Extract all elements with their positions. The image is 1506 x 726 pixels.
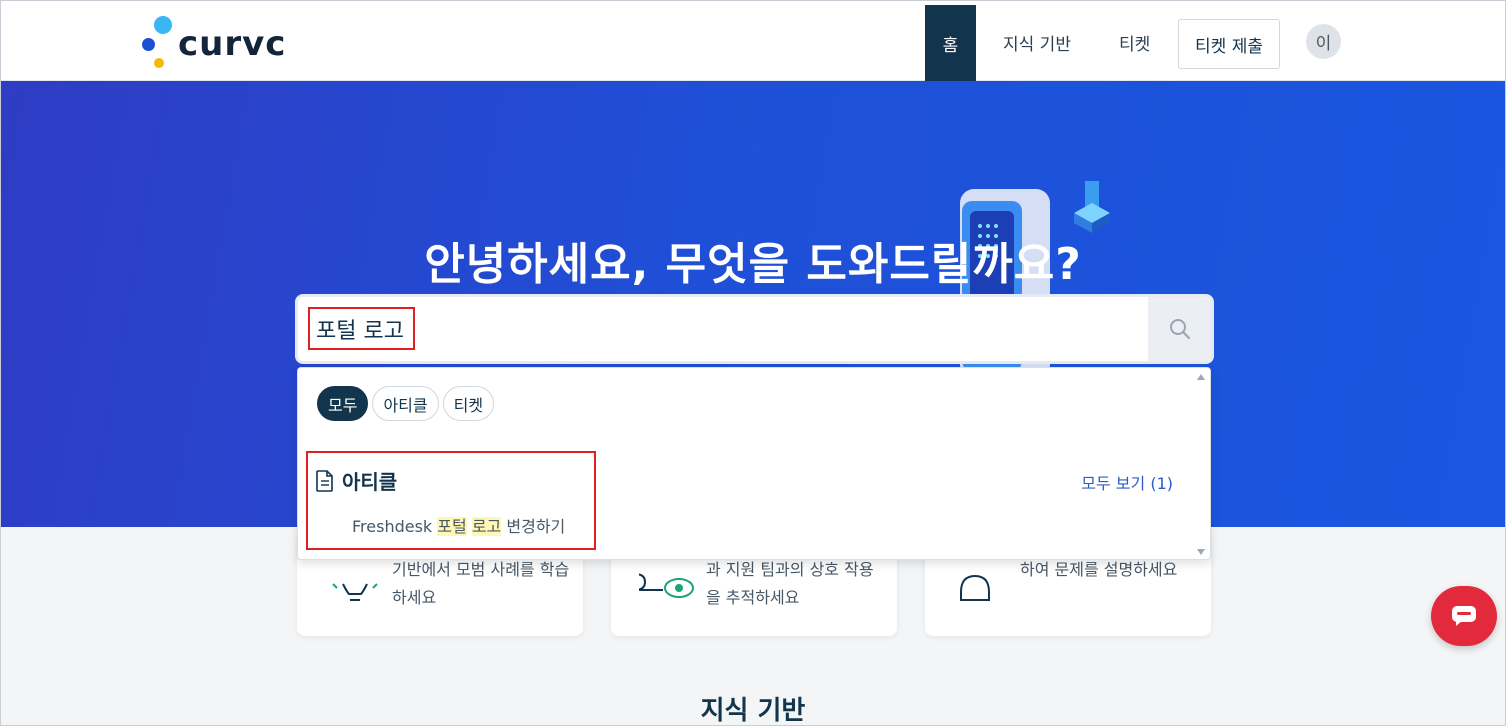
- search-input[interactable]: [306, 303, 1148, 355]
- articles-section-header: 아티클: [316, 466, 397, 495]
- search-bar: [295, 294, 1214, 364]
- search-suggestions-dropdown: 모두 아티클 티켓 아티클 모두 보기 (1) Freshdesk 포털 로고 …: [297, 367, 1211, 560]
- search-button[interactable]: [1148, 297, 1211, 361]
- view-all-label: 모두 보기: [1081, 474, 1146, 493]
- view-all-link[interactable]: 모두 보기 (1): [1081, 470, 1173, 494]
- card-text: 기반에서 모범 사례를 학습하세요: [392, 560, 570, 607]
- hero-title: 안녕하세요, 무엇을 도와드릴까요?: [424, 239, 1082, 290]
- view-all-count: (1): [1150, 474, 1173, 493]
- filter-all[interactable]: 모두: [317, 386, 369, 421]
- chat-launcher-button[interactable]: [1431, 586, 1497, 646]
- logo-dot: [154, 16, 172, 34]
- result-match: 포털: [437, 517, 467, 536]
- filter-articles[interactable]: 아티클: [372, 386, 439, 421]
- brand-logo[interactable]: curvc: [140, 16, 300, 70]
- document-icon: [316, 469, 333, 492]
- article-result-link[interactable]: Freshdesk 포털 로고 변경하기: [352, 513, 565, 537]
- result-prefix: Freshdesk: [352, 517, 433, 536]
- avatar[interactable]: 이: [1306, 24, 1341, 59]
- nav-home[interactable]: 홈: [925, 5, 976, 81]
- logo-dot: [142, 38, 155, 51]
- logo-dot: [154, 58, 164, 68]
- result-match: 로고: [471, 517, 502, 536]
- articles-section-title: 아티클: [342, 470, 398, 494]
- nav-tickets[interactable]: 티켓: [1119, 30, 1150, 55]
- submit-ticket-button[interactable]: 티켓 제출: [1178, 19, 1280, 69]
- dropdown-scrollbar[interactable]: [1193, 368, 1210, 559]
- chat-icon: [1452, 606, 1476, 626]
- filter-pills: 모두 아티클 티켓: [317, 386, 495, 421]
- nav-knowledge-base[interactable]: 지식 기반: [1003, 30, 1071, 55]
- card-text: 하여 문제를 설명하세요: [1020, 560, 1178, 579]
- scroll-down-icon[interactable]: [1197, 549, 1205, 555]
- section-title: 지식 기반: [700, 696, 806, 726]
- filter-tickets[interactable]: 티켓: [442, 386, 495, 421]
- brand-name: curvc: [178, 24, 287, 64]
- search-icon: [1169, 319, 1190, 339]
- card-text: 과 지원 팀과의 상호 작용을 추적하세요: [706, 560, 874, 607]
- header: curvc 홈 지식 기반 티켓 티켓 제출 이: [0, 0, 1506, 81]
- result-suffix: 변경하기: [506, 517, 566, 536]
- scroll-up-icon[interactable]: [1197, 374, 1205, 380]
